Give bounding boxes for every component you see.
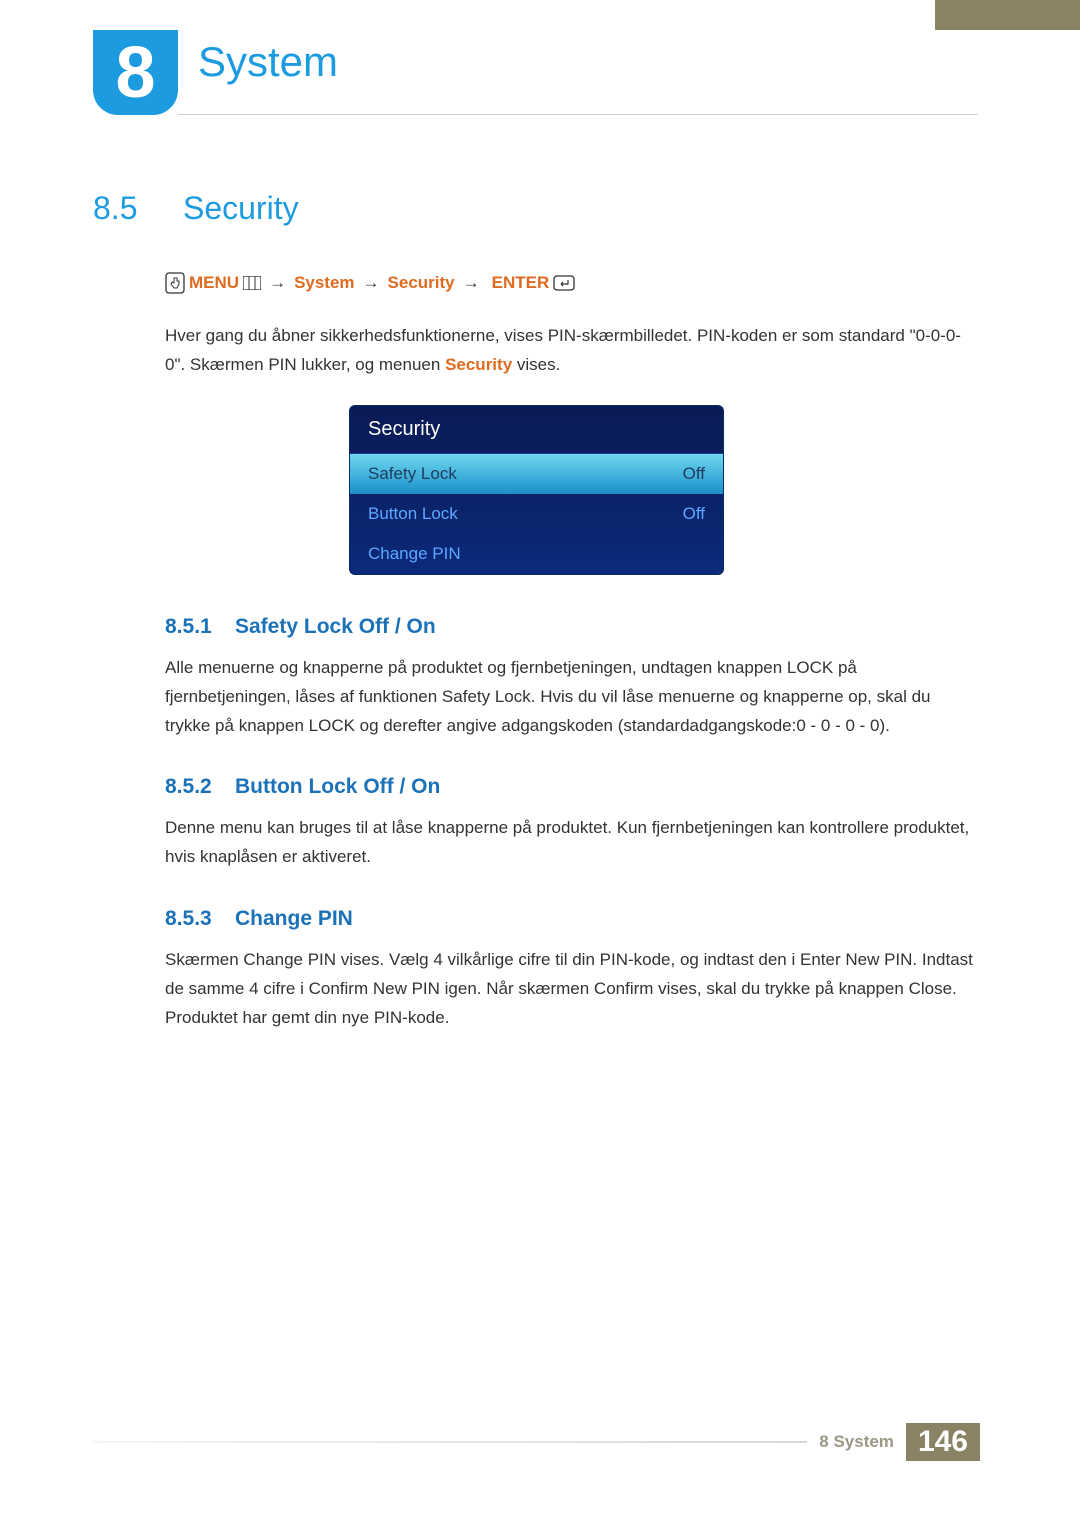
menu-row-value: Off <box>683 464 705 484</box>
menu-row-label: Button Lock <box>368 504 458 524</box>
top-accent-bar <box>935 0 1080 30</box>
text: igen. Når skærmen Confirm vises, skal du… <box>440 979 909 998</box>
section-heading: 8.5 Security <box>93 190 980 227</box>
content-area: 8.5 Security MENU → System → Security → … <box>93 190 980 1068</box>
header-divider <box>178 114 978 115</box>
subsection-title: Button Lock Off / On <box>235 775 440 799</box>
subsection-title: Change PIN <box>235 907 353 931</box>
footer-chapter-label: 8 System <box>819 1432 894 1452</box>
text: Alle menuerne og knapperne på produktet … <box>165 658 787 677</box>
breadcrumb-menu: MENU <box>189 273 239 293</box>
subsection-number: 8.5.1 <box>165 615 235 639</box>
subsection-number: 8.5.2 <box>165 775 235 799</box>
intro-security-word: Security <box>445 355 512 374</box>
text: Denne menu kan bruges til at låse knappe… <box>165 818 969 866</box>
menu-row-safety-lock[interactable]: Safety Lock Off <box>350 454 723 494</box>
footer-page-number: 146 <box>906 1423 980 1461</box>
breadcrumb-enter: ENTER <box>492 273 550 293</box>
subsection-title: Safety Lock Off / On <box>235 615 436 639</box>
intro-text-a: Hver gang du åbner sikkerhedsfunktionern… <box>165 326 961 374</box>
text: vises. Vælg 4 vilkårlige cifre til din P… <box>336 950 800 969</box>
subsection-change-pin: 8.5.3 Change PIN Skærmen Change PIN vise… <box>165 907 980 1033</box>
menu-row-label: Change PIN <box>368 544 461 564</box>
subsection-button-lock: 8.5.2 Button Lock Off / On Denne menu ka… <box>165 775 980 872</box>
menu-row-value: Off <box>683 504 705 524</box>
close-word: Close <box>909 979 952 998</box>
subsection-paragraph: Skærmen Change PIN vises. Vælg 4 vilkårl… <box>165 946 980 1033</box>
enter-icon <box>553 275 575 291</box>
breadcrumb-arrow-2: → <box>363 273 380 293</box>
section-title: Security <box>183 190 299 227</box>
subsection-heading: 8.5.1 Safety Lock Off / On <box>165 615 980 639</box>
footer-bar <box>93 1441 807 1443</box>
subsection-heading: 8.5.3 Change PIN <box>165 907 980 931</box>
section-number: 8.5 <box>93 190 183 227</box>
breadcrumb-security: Security <box>388 273 455 293</box>
chapter-title: System <box>198 38 338 86</box>
page-footer: 8 System 146 <box>93 1422 980 1462</box>
lock-word: LOCK <box>787 658 833 677</box>
chapter-number-tab: 8 <box>93 30 178 115</box>
subsection-heading: 8.5.2 Button Lock Off / On <box>165 775 980 799</box>
text: Skærmen <box>165 950 243 969</box>
hand-click-icon <box>165 272 185 294</box>
lock-word-2: LOCK <box>309 716 355 735</box>
menu-row-button-lock[interactable]: Button Lock Off <box>350 494 723 534</box>
subsection-safety-lock: 8.5.1 Safety Lock Off / On Alle menuerne… <box>165 615 980 741</box>
menu-panel-title: Security <box>350 406 723 454</box>
chapter-number: 8 <box>115 37 155 109</box>
subsection-paragraph: Denne menu kan bruges til at låse knappe… <box>165 814 980 872</box>
confirm-new-pin-word: Confirm New PIN <box>309 979 440 998</box>
intro-paragraph: Hver gang du åbner sikkerhedsfunktionern… <box>165 322 980 380</box>
menu-grid-icon <box>243 276 261 290</box>
subsection-number: 8.5.3 <box>165 907 235 931</box>
safety-lock-word: Safety Lock <box>442 687 531 706</box>
menu-row-label: Safety Lock <box>368 464 457 484</box>
subsection-paragraph: Alle menuerne og knapperne på produktet … <box>165 654 980 741</box>
enter-new-pin-word: Enter New PIN <box>800 950 912 969</box>
intro-text-c: vises. <box>512 355 560 374</box>
text: og derefter angive adgangskoden (standar… <box>355 716 890 735</box>
breadcrumb-arrow-1: → <box>269 273 286 293</box>
security-menu-panel: Security Safety Lock Off Button Lock Off… <box>349 405 724 575</box>
breadcrumb-system: System <box>294 273 354 293</box>
menu-row-change-pin[interactable]: Change PIN <box>350 534 723 574</box>
breadcrumb-arrow-3: → <box>463 273 480 293</box>
change-pin-word: Change PIN <box>243 950 336 969</box>
breadcrumb: MENU → System → Security → ENTER <box>165 272 980 294</box>
